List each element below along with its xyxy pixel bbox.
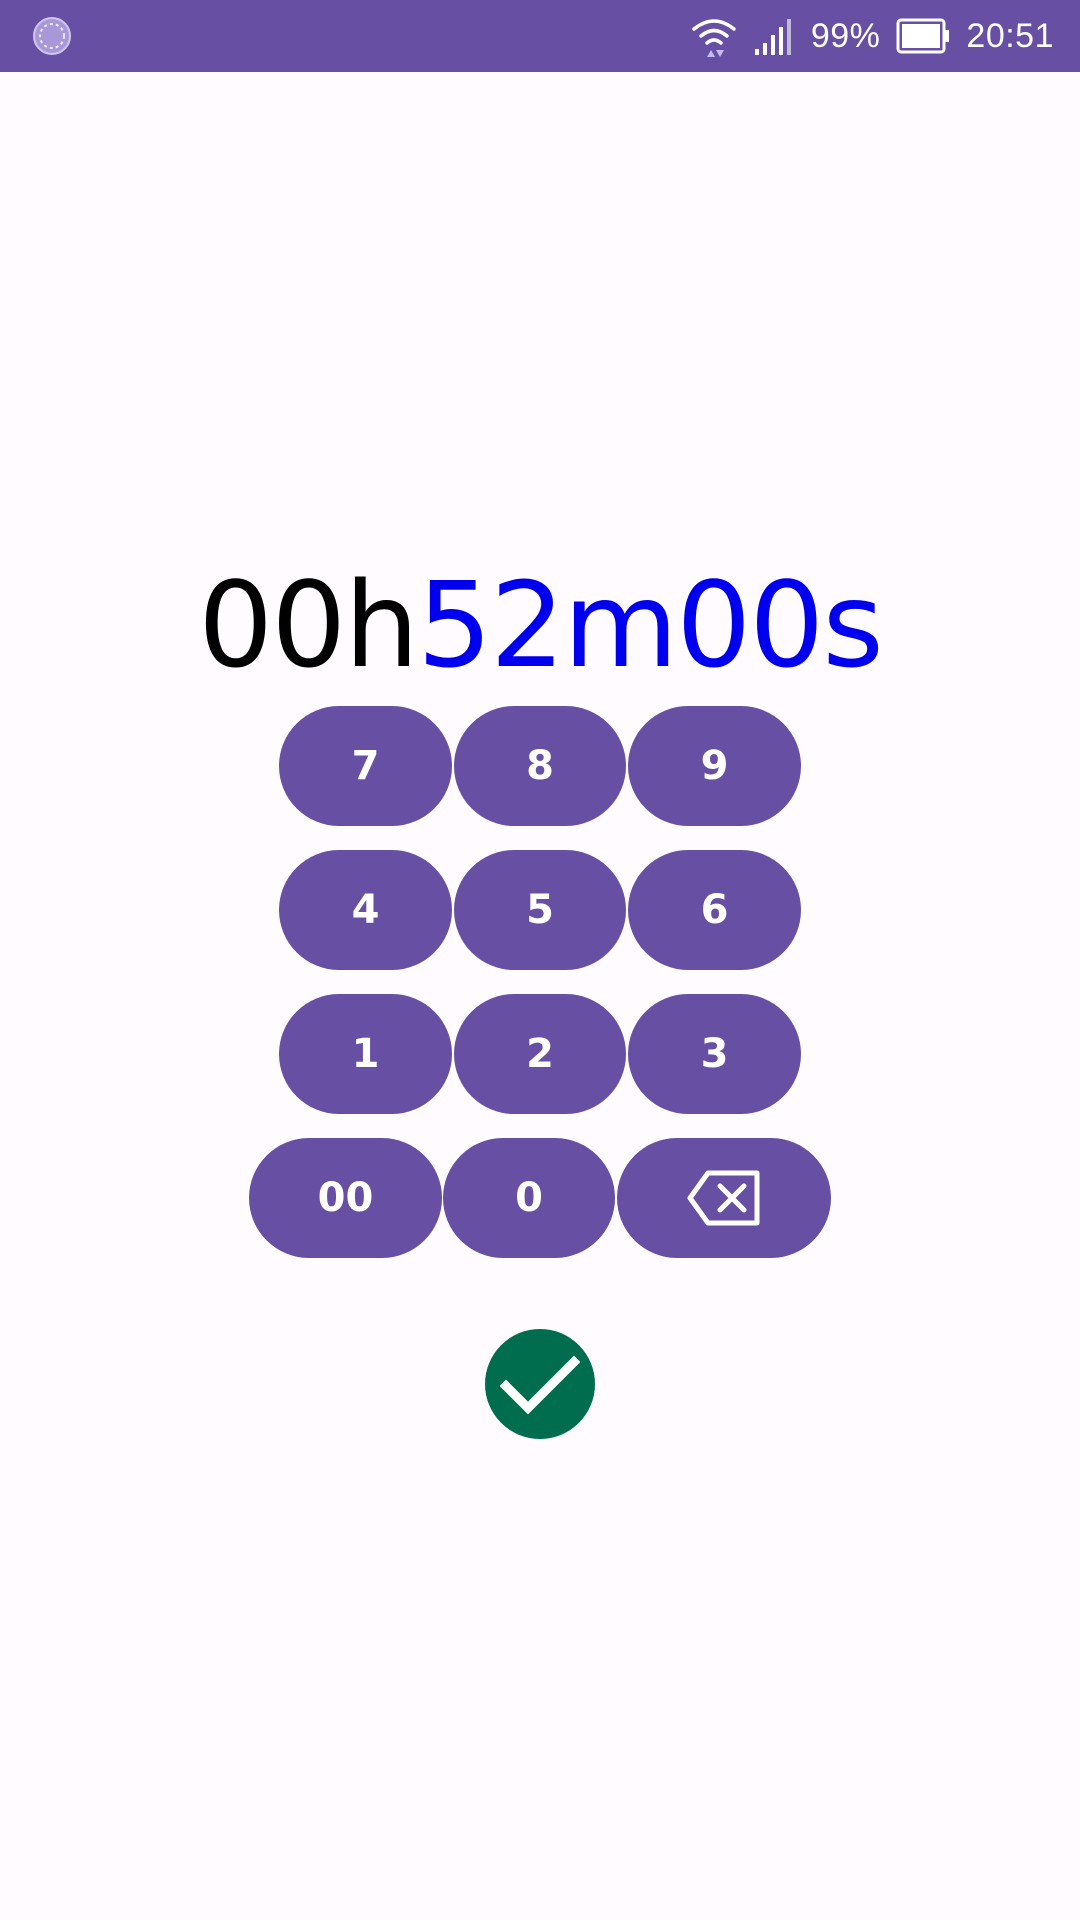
key-00[interactable]: 00 — [249, 1138, 442, 1258]
status-time: 20:51 — [966, 16, 1054, 55]
backspace-button[interactable] — [617, 1138, 831, 1258]
key-2[interactable]: 2 — [454, 994, 626, 1114]
key-8[interactable]: 8 — [454, 706, 626, 826]
key-7[interactable]: 7 — [279, 706, 452, 826]
key-9[interactable]: 9 — [628, 706, 801, 826]
key-3[interactable]: 3 — [628, 994, 801, 1114]
status-bar: 99% 20:51 — [0, 0, 1080, 72]
wifi-icon — [692, 19, 736, 57]
key-6[interactable]: 6 — [628, 850, 801, 970]
timer-hours: 00h — [198, 556, 419, 694]
backspace-icon — [687, 1170, 760, 1226]
key-1[interactable]: 1 — [279, 994, 452, 1114]
timer-minutes-seconds: 52m00s — [417, 556, 884, 694]
key-5[interactable]: 5 — [454, 850, 626, 970]
signal-icon — [754, 19, 791, 55]
key-0[interactable]: 0 — [443, 1138, 615, 1258]
app-notification-icon — [33, 17, 71, 55]
confirm-button[interactable] — [485, 1329, 595, 1439]
check-icon — [500, 1355, 580, 1415]
key-4[interactable]: 4 — [279, 850, 452, 970]
battery-icon — [896, 18, 950, 54]
timer-display: 00h52m00s — [0, 560, 1080, 690]
battery-percent: 99% — [810, 16, 881, 55]
